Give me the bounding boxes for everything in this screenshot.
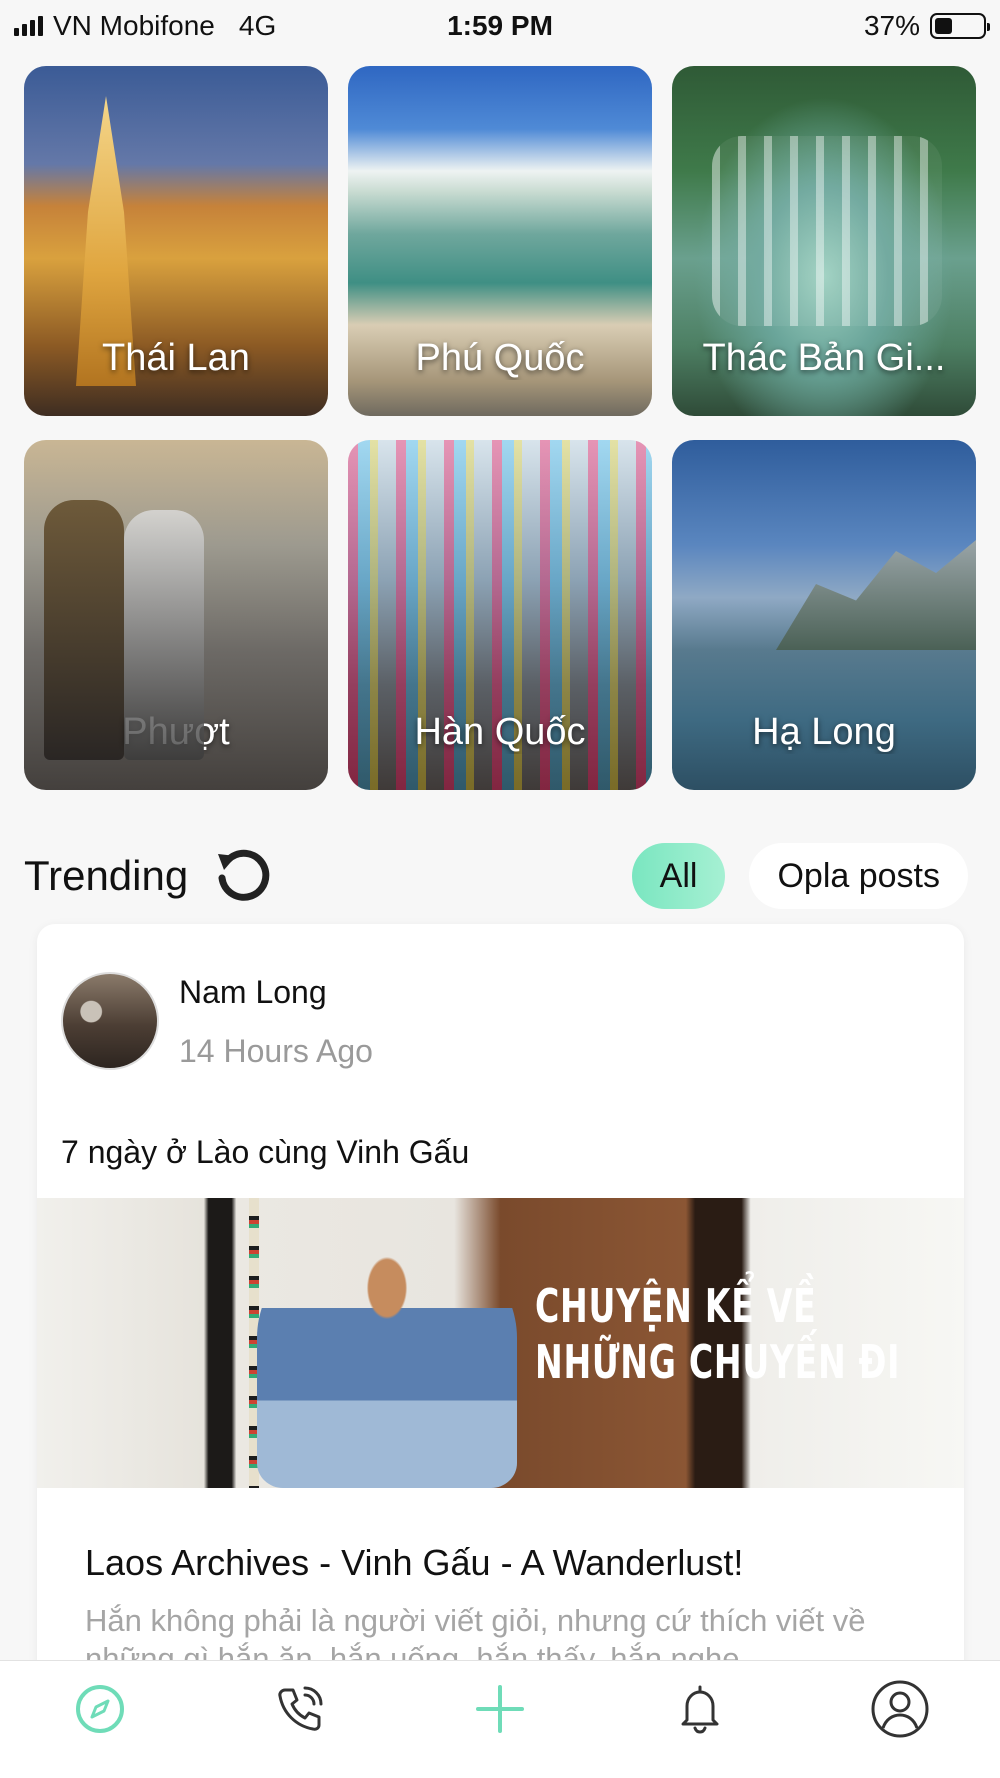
trending-header: Trending All Opla posts [24, 840, 976, 912]
nav-explore[interactable] [60, 1669, 140, 1749]
post-title[interactable]: Laos Archives - Vinh Gấu - A Wanderlust! [85, 1542, 743, 1584]
status-time: 1:59 PM [447, 10, 553, 41]
post-timestamp: 14 Hours Ago [179, 1033, 373, 1069]
image-text-line2: NHỮNG CHUYẾN ĐI [535, 1335, 901, 1389]
destination-tile-han-quoc[interactable]: Hàn Quốc [348, 440, 652, 790]
destination-tile-thac-ban-gioc[interactable]: Thác Bản Gi... [672, 66, 976, 416]
post-image[interactable]: CHUYỆN KỂ VỀ NHỮNG CHUYẾN ĐI [37, 1198, 964, 1488]
trending-title: Trending [24, 852, 189, 899]
destination-tile-ha-long[interactable]: Hạ Long [672, 440, 976, 790]
compass-icon [76, 1684, 124, 1733]
carrier-name: VN Mobifone [53, 10, 215, 41]
destination-label: Phượt [122, 711, 230, 753]
destination-label: Hạ Long [752, 711, 896, 753]
profile-icon [871, 1680, 929, 1737]
nav-notifications[interactable] [660, 1669, 740, 1749]
bottom-nav [0, 1660, 1000, 1778]
post-caption: 7 ngày ở Lào cùng Vinh Gấu [61, 1134, 470, 1170]
network-type: 4G [238, 10, 277, 41]
image-text-line1: CHUYỆN KỂ VỀ [535, 1279, 817, 1333]
destination-label: Phú Quốc [415, 337, 585, 379]
refresh-icon[interactable] [214, 848, 270, 904]
plus-icon [476, 1684, 524, 1733]
destination-label: Thác Bản Gi... [702, 337, 946, 379]
bell-icon [681, 1685, 719, 1734]
battery-fill [935, 18, 953, 34]
filter-all-chip[interactable]: All [631, 843, 726, 909]
nav-profile[interactable] [860, 1669, 940, 1749]
avatar[interactable] [61, 972, 159, 1070]
author-name[interactable]: Nam Long [179, 974, 373, 1011]
destination-tile-phuot[interactable]: Phượt [24, 440, 328, 790]
phone-icon [278, 1686, 323, 1731]
destination-tile-phu-quoc[interactable]: Phú Quốc [348, 66, 652, 416]
destination-label: Thái Lan [102, 337, 250, 379]
destination-grid: Thái Lan Phú Quốc Thác Bản Gi... Phượt H… [24, 66, 976, 790]
status-left: VN Mobifone 4G [14, 10, 374, 42]
image-person [257, 1238, 517, 1488]
destination-label: Hàn Quốc [414, 711, 586, 753]
battery-percent: 37% [863, 10, 920, 41]
nav-calls[interactable] [260, 1669, 340, 1749]
status-bar: VN Mobifone 4G 1:59 PM 37% [0, 0, 1000, 52]
author-meta: Nam Long 14 Hours Ago [179, 972, 373, 1070]
post-author-row: Nam Long 14 Hours Ago [61, 972, 373, 1070]
image-overlay-text: CHUYỆN KỂ VỀ NHỮNG CHUYẾN ĐI [535, 1278, 900, 1390]
status-right: 37% [626, 10, 990, 42]
battery-icon [930, 13, 990, 39]
destination-tile-thai-lan[interactable]: Thái Lan [24, 66, 328, 416]
filter-chips: All Opla posts [631, 843, 968, 909]
filter-opla-posts-chip[interactable]: Opla posts [749, 843, 968, 909]
post-card[interactable]: Nam Long 14 Hours Ago 7 ngày ở Lào cùng … [37, 924, 964, 1684]
signal-icon [14, 16, 43, 36]
nav-create[interactable] [460, 1669, 540, 1749]
